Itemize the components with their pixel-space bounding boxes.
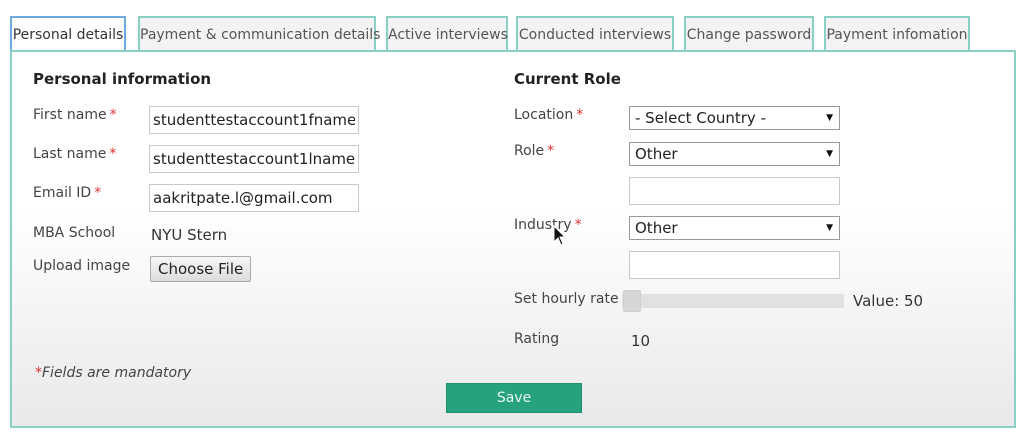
triangle-down-icon: ▼	[826, 113, 833, 123]
mouse-pointer-icon	[553, 225, 567, 246]
last-name-field[interactable]	[149, 145, 359, 173]
rating-value: 10	[631, 332, 651, 350]
save-button[interactable]: Save	[446, 383, 582, 413]
hourly-rate-slider-handle[interactable]	[623, 290, 641, 312]
tab-change-password[interactable]: Change password	[684, 16, 814, 50]
role-selected-value: Other	[635, 145, 678, 163]
mandatory-fields-note: *Fields are mandatory	[35, 365, 192, 381]
hourly-rate-slider[interactable]	[622, 294, 844, 308]
choose-file-button[interactable]: Choose File	[150, 256, 252, 282]
location-label: Location *	[514, 107, 584, 123]
required-mark: *	[547, 143, 555, 159]
first-name-field[interactable]	[149, 106, 359, 134]
required-mark: *	[576, 107, 584, 123]
mba-school-value: NYU Stern	[151, 226, 228, 244]
industry-selected-value: Other	[635, 219, 678, 237]
tab-personal-details[interactable]: Personal details	[10, 16, 126, 52]
personal-details-panel: Personal information First name* Last na…	[10, 50, 1016, 428]
triangle-down-icon: ▼	[826, 149, 833, 159]
tab-payment-communication-details[interactable]: Payment & communication details	[138, 16, 380, 50]
email-field[interactable]	[149, 184, 359, 212]
required-mark: *	[574, 217, 582, 233]
hourly-rate-label: Set hourly rate*	[514, 291, 629, 307]
mba-school-label: MBA School	[33, 225, 116, 241]
role-other-field[interactable]	[629, 177, 840, 205]
rating-label: Rating	[514, 331, 560, 347]
personal-information-heading: Personal information	[33, 70, 212, 88]
location-select[interactable]: - Select Country - ▼	[629, 106, 840, 130]
triangle-down-icon: ▼	[826, 223, 833, 233]
role-select[interactable]: Other ▼	[629, 142, 840, 166]
location-selected-value: - Select Country -	[635, 109, 766, 127]
tab-conducted-interviews[interactable]: Conducted interviews	[516, 16, 674, 50]
required-mark: *	[94, 185, 102, 201]
hourly-rate-value: Value: 50	[853, 292, 924, 310]
industry-other-field[interactable]	[629, 251, 840, 279]
email-label: Email ID *	[33, 185, 102, 201]
upload-image-label: Upload image	[33, 258, 131, 274]
industry-label: Industry *	[514, 217, 582, 233]
industry-select[interactable]: Other ▼	[629, 216, 840, 240]
tab-active-interviews[interactable]: Active interviews	[386, 16, 508, 50]
tab-payment-information[interactable]: Payment infomation	[824, 16, 970, 50]
first-name-label: First name *	[33, 107, 117, 123]
current-role-heading: Current Role	[514, 70, 621, 88]
required-mark: *	[109, 146, 117, 162]
required-mark: *	[109, 107, 117, 123]
last-name-label: Last name *	[33, 146, 117, 162]
role-label: Role *	[514, 143, 555, 159]
